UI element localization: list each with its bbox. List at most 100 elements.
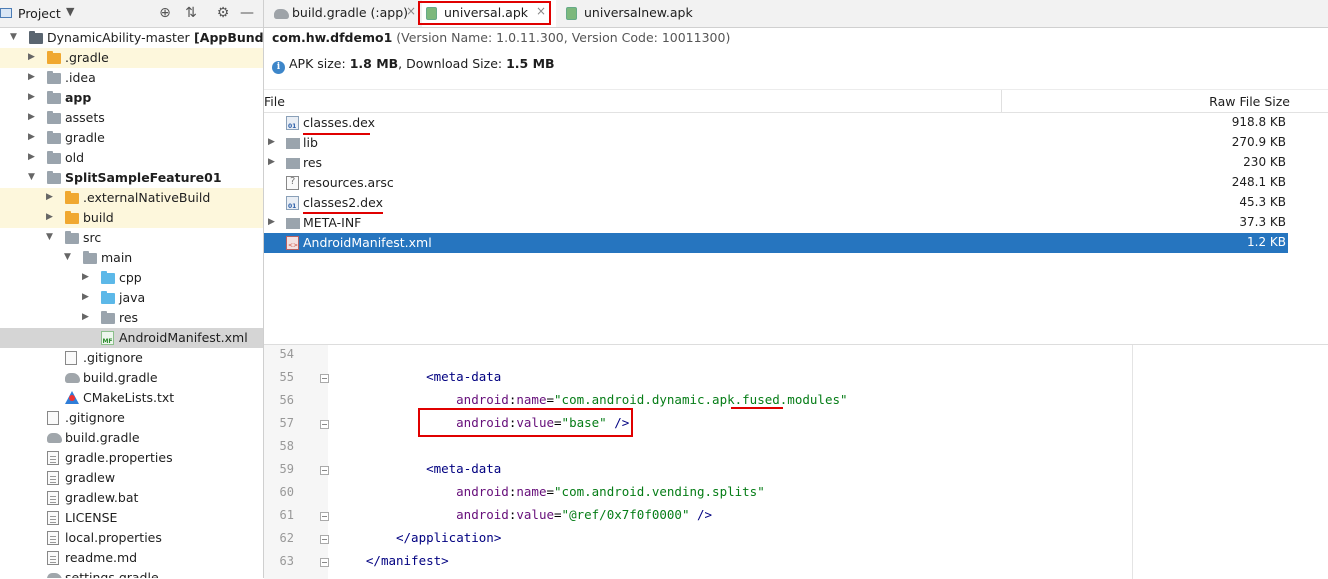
apk-file-row[interactable]: ▶ META-INF 37.3 KB: [264, 213, 1288, 233]
text-file-icon: [47, 531, 59, 545]
column-header-raw-size[interactable]: Raw File Size: [1209, 94, 1290, 109]
tree-item[interactable]: ▶ app: [0, 88, 263, 108]
tree-item-label: SplitSampleFeature01: [65, 170, 222, 185]
fold-marker-icon[interactable]: [320, 512, 329, 521]
gear-icon[interactable]: ⚙: [215, 4, 231, 22]
folder-icon: [47, 151, 61, 164]
fold-marker-icon[interactable]: [320, 374, 329, 383]
tree-item-label: old: [65, 150, 85, 165]
expand-arrow-right-icon[interactable]: ▶: [28, 112, 35, 122]
tree-item[interactable]: ▼ DynamicAbility-master [AppBundleDem: [0, 28, 263, 48]
tree-item[interactable]: gradlew: [0, 468, 263, 488]
tree-item[interactable]: ▶ java: [0, 288, 263, 308]
apk-file-row[interactable]: ▶ res 230 KB: [264, 153, 1288, 173]
code-token-attr: android: [456, 392, 509, 407]
text-file-icon: [47, 451, 59, 465]
code-line: </application>: [396, 530, 501, 545]
expand-arrow-right-icon[interactable]: ▶: [268, 157, 275, 167]
tree-item[interactable]: ▶ .gradle: [0, 48, 263, 68]
tree-item[interactable]: ▶ cpp: [0, 268, 263, 288]
collapse-all-icon[interactable]: ⇅: [183, 4, 199, 22]
column-separator[interactable]: [1001, 90, 1002, 112]
tree-item[interactable]: gradlew.bat: [0, 488, 263, 508]
tree-item[interactable]: ▼ main: [0, 248, 263, 268]
tree-item[interactable]: .gitignore: [0, 408, 263, 428]
tree-item[interactable]: ▶ build: [0, 208, 263, 228]
tree-item-label: readme.md: [65, 550, 138, 565]
tree-item[interactable]: ▶ assets: [0, 108, 263, 128]
fold-marker-icon[interactable]: [320, 466, 329, 475]
fold-marker-icon[interactable]: [320, 558, 329, 567]
fold-marker-icon[interactable]: [320, 420, 329, 429]
locate-target-icon[interactable]: ⊕: [157, 4, 173, 22]
tree-item-label: local.properties: [65, 530, 162, 545]
tree-item[interactable]: gradle.properties: [0, 448, 263, 468]
tree-item-label: settings.gradle: [65, 570, 159, 578]
tree-item[interactable]: readme.md: [0, 548, 263, 568]
expand-arrow-right-icon[interactable]: ▶: [82, 312, 89, 322]
highlight-box-value-base: [418, 408, 633, 437]
expand-arrow-down-icon[interactable]: ▼: [46, 232, 53, 242]
tree-item[interactable]: build.gradle: [0, 368, 263, 388]
code-token-txt: =: [546, 484, 555, 499]
expand-arrow-right-icon[interactable]: ▶: [268, 137, 275, 147]
expand-arrow-down-icon[interactable]: ▼: [28, 172, 35, 182]
xml-code-editor[interactable]: 54 55 56 57 58 59 60 61 62 63 <meta-data android:n…: [264, 344, 1328, 579]
expand-arrow-right-icon[interactable]: ▶: [82, 272, 89, 282]
tree-item[interactable]: ▶ gradle: [0, 128, 263, 148]
expand-arrow-right-icon[interactable]: ▶: [28, 92, 35, 102]
tree-item[interactable]: ▼ src: [0, 228, 263, 248]
tree-item[interactable]: ▶ .idea: [0, 68, 263, 88]
expand-arrow-right-icon[interactable]: ▶: [28, 52, 35, 62]
tree-item[interactable]: CMakeLists.txt: [0, 388, 263, 408]
text-file-icon: [47, 511, 59, 525]
chevron-down-icon[interactable]: ▼: [66, 5, 74, 18]
column-header-file[interactable]: File: [264, 94, 285, 109]
fold-marker-icon[interactable]: [320, 535, 329, 544]
tree-item[interactable]: settings.gradle: [0, 568, 263, 578]
apk-file-row[interactable]: resources.arsc 248.1 KB: [264, 173, 1288, 193]
tree-item[interactable]: build.gradle: [0, 428, 263, 448]
tree-item[interactable]: LICENSE: [0, 508, 263, 528]
folder-icon: [101, 311, 115, 324]
expand-arrow-right-icon[interactable]: ▶: [28, 132, 35, 142]
tree-item[interactable]: ▶ res: [0, 308, 263, 328]
hide-panel-icon[interactable]: —: [239, 4, 255, 22]
tree-item[interactable]: ▼ SplitSampleFeature01: [0, 168, 263, 188]
highlight-box-tab: [418, 1, 551, 25]
expand-arrow-right-icon[interactable]: ▶: [28, 72, 35, 82]
folder-icon: [29, 31, 43, 44]
code-token-tag: />: [697, 507, 713, 522]
expand-arrow-right-icon[interactable]: ▶: [46, 192, 53, 202]
apk-file-row[interactable]: AndroidManifest.xml 1.2 KB: [264, 233, 1288, 253]
tree-item[interactable]: MF AndroidManifest.xml: [0, 328, 263, 348]
tree-item[interactable]: .gitignore: [0, 348, 263, 368]
apk-file-row[interactable]: classes.dex 918.8 KB: [264, 113, 1288, 133]
project-view-title[interactable]: Project: [18, 6, 61, 21]
code-line: android:value="@ref/0x7f0f0000" />: [456, 507, 712, 522]
apk-file-row[interactable]: classes2.dex 45.3 KB: [264, 193, 1288, 213]
editor-tab[interactable]: universalnew.apk: [562, 0, 702, 27]
tree-item[interactable]: local.properties: [0, 528, 263, 548]
expand-arrow-down-icon[interactable]: ▼: [10, 32, 17, 42]
manifest-file-icon: MF: [101, 331, 114, 345]
line-number: 63: [279, 554, 294, 568]
apk-size-line: i APK size: 1.8 MB, Download Size: 1.5 MB: [272, 56, 555, 74]
expand-arrow-down-icon[interactable]: ▼: [64, 252, 71, 262]
close-icon[interactable]: ×: [406, 4, 416, 18]
file-table-header: File Raw File Size: [264, 89, 1328, 113]
folder-icon: [47, 51, 61, 64]
text-file-icon: [47, 491, 59, 505]
expand-arrow-right-icon[interactable]: ▶: [82, 292, 89, 302]
line-number: 56: [279, 393, 294, 407]
gradle-elephant-icon: [47, 433, 62, 443]
expand-arrow-right-icon[interactable]: ▶: [46, 212, 53, 222]
tree-item[interactable]: ▶ .externalNativeBuild: [0, 188, 263, 208]
apk-file-row[interactable]: ▶ lib 270.9 KB: [264, 133, 1288, 153]
editor-tab[interactable]: build.gradle (:app) ×: [270, 0, 420, 27]
download-size-value: 1.5 MB: [506, 56, 555, 71]
expand-arrow-right-icon[interactable]: ▶: [28, 152, 35, 162]
tree-item[interactable]: ▶ old: [0, 148, 263, 168]
expand-arrow-right-icon[interactable]: ▶: [268, 217, 275, 227]
